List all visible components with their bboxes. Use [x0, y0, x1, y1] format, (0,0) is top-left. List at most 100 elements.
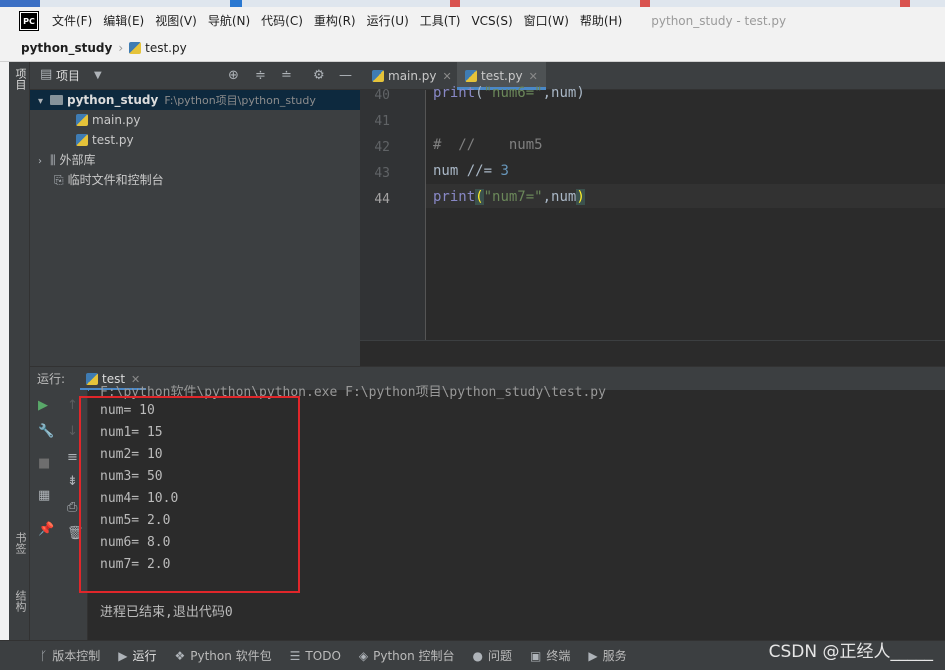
breadcrumb: python_study › test.py	[0, 34, 945, 62]
expand-all-icon[interactable]: ≑	[255, 68, 266, 83]
bottom-tab-todo[interactable]: ☰ TODO	[290, 649, 341, 663]
python-file-icon	[86, 373, 98, 385]
project-panel: ▤ 项目 ▼ ⊕ ≑ ≐ ⚙ — ▾ python_study F:\python项…	[30, 62, 360, 366]
bottom-tab-run[interactable]: ▶ 运行	[118, 647, 156, 664]
menu-file[interactable]: 文件(F)	[52, 12, 92, 29]
play-icon: ▶	[118, 649, 128, 663]
project-tool-button[interactable]: 项目	[12, 68, 28, 90]
menu-bar: PC 文件(F) 编辑(E) 视图(V) 导航(N) 代码(C) 重构(R) 运…	[0, 7, 945, 34]
line-number: 41	[374, 114, 390, 129]
bottom-tab-label: Python 控制台	[373, 649, 455, 663]
chevron-right-icon: ›	[38, 156, 42, 167]
menu-navigate[interactable]: 导航(N)	[208, 12, 250, 29]
bottom-tab-label: Python 软件包	[190, 649, 272, 663]
python-file-icon	[465, 70, 477, 82]
window-title: python_study - test.py	[651, 13, 787, 28]
services-icon: ▶	[588, 649, 598, 663]
tree-item-main-py[interactable]: main.py	[30, 110, 360, 130]
layout-icon[interactable]: ▦	[38, 488, 50, 503]
package-icon: ❖	[174, 649, 186, 663]
tree-item-external-libs[interactable]: › ⫼ 外部库	[30, 150, 360, 170]
bottom-tab-label: 服务	[602, 649, 627, 663]
chevron-down-icon[interactable]: ▼	[94, 70, 102, 81]
python-console-icon: ◈	[358, 649, 369, 663]
project-panel-title[interactable]: 项目	[56, 67, 80, 84]
line-number: 43	[374, 166, 390, 181]
code-line-42[interactable]: # // num5	[433, 137, 543, 153]
bottom-tab-vcs[interactable]: ᚴ 版本控制	[40, 647, 100, 664]
wrench-icon[interactable]: 🔧	[38, 424, 54, 439]
bottom-tab-label: TODO	[305, 648, 341, 663]
bottom-tab-python-packages[interactable]: ❖ Python 软件包	[174, 647, 271, 664]
locate-icon[interactable]: ⊕	[228, 68, 239, 83]
bottom-tab-label: 问题	[488, 649, 513, 663]
bottom-tab-terminal[interactable]: ▣ 终端	[530, 647, 570, 664]
arrow-up-icon[interactable]: ↑	[67, 398, 78, 413]
pycharm-logo-icon: PC	[19, 10, 39, 31]
code-line-44[interactable]: print("num7=",num)	[433, 189, 585, 205]
menu-refactor[interactable]: 重构(R)	[314, 12, 356, 29]
menu-vcs[interactable]: VCS(S)	[471, 14, 512, 28]
bookmarks-tool-button[interactable]: 书签	[12, 532, 28, 554]
python-file-icon	[76, 114, 88, 126]
minimize-icon[interactable]: —	[339, 68, 352, 83]
library-icon: ⫼	[50, 153, 56, 167]
bottom-tab-problems[interactable]: ● 问题	[473, 647, 513, 664]
run-toolbar-primary: ▶ 🔧 ■ ▦ 📌	[30, 390, 59, 640]
bottom-tab-label: 版本控制	[52, 649, 101, 663]
todo-icon: ☰	[289, 648, 301, 663]
window-edge	[0, 62, 9, 670]
project-panel-header: ▤ 项目 ▼ ⊕ ≑ ≐ ⚙ —	[30, 62, 360, 90]
ide-window: PC 文件(F) 编辑(E) 视图(V) 导航(N) 代码(C) 重构(R) 运…	[0, 0, 945, 670]
menu-run[interactable]: 运行(U)	[367, 12, 409, 29]
scroll-to-end-icon[interactable]: ⇟	[67, 474, 78, 489]
editor-bottom-area	[360, 340, 945, 366]
watermark: CSDN @正经人_____	[768, 642, 933, 662]
close-icon[interactable]: ✕	[529, 70, 538, 83]
scratches-label: 临时文件和控制台	[67, 173, 164, 187]
breadcrumb-project[interactable]: python_study	[21, 41, 112, 55]
root-folder-name: python_study	[67, 93, 159, 107]
stop-icon[interactable]: ■	[38, 456, 50, 471]
soft-wrap-icon[interactable]: ≡	[67, 450, 78, 465]
menu-tools[interactable]: 工具(T)	[420, 12, 461, 29]
code-line-40[interactable]: print("num6=",num)	[433, 85, 585, 101]
line-number-current: 44	[374, 192, 390, 207]
tree-item-root[interactable]: ▾ python_study F:\python项目\python_study	[30, 90, 360, 110]
tree-item-scratches[interactable]: ⎘ 临时文件和控制台	[30, 170, 360, 190]
menu-window[interactable]: 窗口(W)	[524, 12, 569, 29]
collapse-all-icon[interactable]: ≐	[281, 68, 292, 83]
run-label: 运行:	[37, 372, 66, 386]
bottom-tab-services[interactable]: ▶ 服务	[588, 647, 626, 664]
scratches-icon: ⎘	[54, 173, 64, 187]
branch-icon: ᚴ	[40, 649, 48, 663]
python-file-icon	[372, 70, 384, 82]
menu-edit[interactable]: 编辑(E)	[103, 12, 144, 29]
pin-icon[interactable]: 📌	[38, 522, 54, 537]
gear-icon[interactable]: ⚙	[313, 68, 325, 83]
line-number: 40	[374, 88, 390, 103]
bottom-tab-label: 终端	[546, 649, 571, 663]
menu-help[interactable]: 帮助(H)	[580, 12, 622, 29]
menu-view[interactable]: 视图(V)	[155, 12, 197, 29]
left-tool-stripe: 项目 书签 结构	[9, 62, 30, 640]
code-line-43[interactable]: num //= 3	[433, 163, 509, 179]
menu-code[interactable]: 代码(C)	[261, 12, 303, 29]
close-icon[interactable]: ✕	[443, 70, 452, 83]
project-view-icon: ▤	[40, 67, 53, 82]
line-number: 42	[374, 140, 390, 155]
bottom-tab-python-console[interactable]: ◈ Python 控制台	[359, 647, 455, 664]
breadcrumb-file[interactable]: test.py	[145, 41, 187, 55]
tree-item-test-py[interactable]: test.py	[30, 130, 360, 150]
line-number-gutter: 40 41 42 43 44	[360, 88, 426, 340]
tab-label: test.py	[481, 69, 523, 83]
bottom-tab-label: 运行	[132, 649, 157, 663]
highlight-annotation-box	[79, 396, 300, 593]
rerun-icon[interactable]: ▶	[38, 398, 48, 413]
print-icon[interactable]: ⎙	[67, 500, 77, 515]
python-file-icon	[76, 134, 88, 146]
root-folder-path: F:\python项目\python_study	[164, 94, 316, 107]
python-file-icon	[129, 41, 142, 54]
arrow-down-icon[interactable]: ↓	[67, 424, 78, 439]
structure-tool-button[interactable]: 结构	[12, 590, 28, 612]
